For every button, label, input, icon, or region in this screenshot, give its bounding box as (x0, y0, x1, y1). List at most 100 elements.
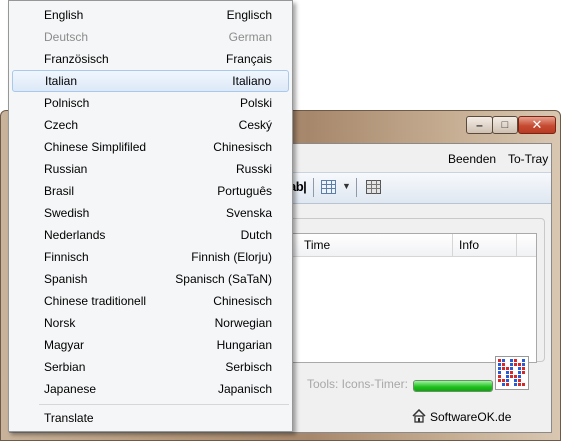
menu-item-native-name: German (228, 30, 272, 44)
menu-item-label: Czech (44, 118, 79, 132)
icon-cell (514, 375, 517, 378)
icon-cell (522, 375, 525, 378)
table-icon[interactable] (366, 180, 381, 194)
icon-cell (502, 375, 505, 378)
menu-to-tray[interactable]: To-Tray (508, 152, 548, 168)
column-divider[interactable] (452, 234, 453, 256)
menu-item-language[interactable]: Norsk Norwegian (11, 312, 290, 334)
menu-item-language[interactable]: Polnisch Polski (11, 92, 290, 114)
language-menu: English Englisch Deutsch German Französisch F… (8, 0, 293, 432)
menu-item-native-name: Spanisch (SaTaN) (175, 272, 272, 286)
menu-item-language[interactable]: English Englisch (11, 4, 290, 26)
menu-item-language[interactable]: Russian Russki (11, 158, 290, 180)
chevron-down-icon[interactable]: ▼ (342, 181, 351, 191)
icon-cell (510, 371, 513, 374)
icon-cell (502, 379, 505, 382)
menu-item-language[interactable]: Spanish Spanisch (SaTaN) (11, 268, 290, 290)
menu-item-language[interactable]: Brasil Português (11, 180, 290, 202)
menu-item-label: Swedish (44, 206, 90, 220)
menu-item-translate[interactable]: Translate (11, 407, 290, 429)
menu-item-language[interactable]: Serbian Serbisch (11, 356, 290, 378)
icon-cell (510, 367, 513, 370)
menu-item-native-name: Hungarian (216, 338, 272, 352)
menu-item-language[interactable]: Chinese traditionell Chinesisch (11, 290, 290, 312)
menu-item-native-name: Englisch (226, 8, 272, 22)
icon-cell (518, 371, 521, 374)
icon-cell (498, 383, 501, 386)
icon-cell (514, 367, 517, 370)
close-button[interactable]: ✕ (518, 116, 556, 134)
column-divider[interactable] (516, 234, 517, 256)
menu-item-native-name: Italiano (232, 74, 271, 88)
menu-item-label: Norsk (44, 316, 76, 330)
menu-item-native-name: Finnish (Elorju) (191, 250, 272, 264)
home-icon (412, 409, 426, 423)
menu-item-language: Deutsch German (11, 26, 290, 48)
menu-item-label: Italian (45, 74, 78, 88)
icon-cell (522, 379, 525, 382)
menu-item-label: Russian (44, 162, 88, 176)
icon-cell (514, 359, 517, 362)
menu-item-language[interactable]: Swedish Svenska (11, 202, 290, 224)
icon-cell (510, 375, 513, 378)
menu-item-native-name: Chinesisch (213, 140, 272, 154)
column-info[interactable]: Info (459, 238, 479, 252)
icon-cell (518, 383, 521, 386)
column-time[interactable]: Time (304, 238, 330, 252)
icon-cell (498, 359, 501, 362)
menu-item-native-name: Ceský (238, 118, 272, 132)
icon-cell (506, 379, 509, 382)
brand-label: SoftwareOK.de (430, 410, 512, 424)
icon-cell (514, 383, 517, 386)
menu-item-label: Translate (44, 411, 94, 425)
menu-item-label: Spanish (44, 272, 88, 286)
menu-item-label: Nederlands (44, 228, 106, 242)
brand-link[interactable]: SoftwareOK.de (412, 409, 511, 424)
icon-cell (498, 367, 501, 370)
maximize-icon: □ (501, 119, 509, 131)
menu-item-native-name: Serbisch (225, 360, 272, 374)
icon-cell (522, 371, 525, 374)
menu-item-native-name: Norwegian (214, 316, 272, 330)
icon-cell (510, 379, 513, 382)
icon-cell (506, 375, 509, 378)
menu-item-language[interactable]: Chinese Simplifiled Chinesisch (11, 136, 290, 158)
menu-item-language[interactable]: Nederlands Dutch (11, 224, 290, 246)
minimize-icon: – (476, 118, 483, 132)
menu-item-language[interactable]: Czech Ceský (11, 114, 290, 136)
menu-item-native-name: Português (217, 184, 272, 198)
icon-cell (514, 379, 517, 382)
icon-cell (518, 363, 521, 366)
maximize-button[interactable]: □ (492, 116, 518, 134)
icon-cell (518, 375, 521, 378)
menu-item-language[interactable]: Französisch Français (11, 48, 290, 70)
icon-cell (518, 359, 521, 362)
menu-item-native-name: Chinesisch (213, 294, 272, 308)
icon-cell (502, 371, 505, 374)
icon-cell (502, 359, 505, 362)
menu-item-label: Magyar (44, 338, 85, 352)
menu-item-native-name: Polski (239, 96, 272, 110)
menu-item-language[interactable]: Japanese Japanisch (11, 378, 290, 400)
icon-cell (502, 363, 505, 366)
view-grid-icon[interactable] (321, 180, 336, 194)
icon-cell (506, 363, 509, 366)
menu-item-label: Japanese (44, 382, 97, 396)
menu-item-language[interactable]: Finnisch Finnish (Elorju) (11, 246, 290, 268)
icon-cell (514, 371, 517, 374)
menu-item-native-name: Russki (235, 162, 272, 176)
icon-cell (522, 367, 525, 370)
icon-cell (518, 379, 521, 382)
icons-timer-icon[interactable] (495, 356, 529, 390)
icon-cell (510, 363, 513, 366)
menu-item-language[interactable]: Magyar Hungarian (11, 334, 290, 356)
toolbar-separator (356, 178, 357, 197)
menu-item-language[interactable]: Italian Italiano (12, 70, 289, 92)
close-icon: ✕ (531, 117, 543, 132)
menu-beenden[interactable]: Beenden (448, 152, 496, 168)
menu-item-label: Polnisch (44, 96, 90, 110)
icon-cell (522, 363, 525, 366)
timer-progress-bar (413, 380, 493, 392)
minimize-button[interactable]: – (466, 116, 493, 134)
menu-item-label: Brasil (44, 184, 75, 198)
